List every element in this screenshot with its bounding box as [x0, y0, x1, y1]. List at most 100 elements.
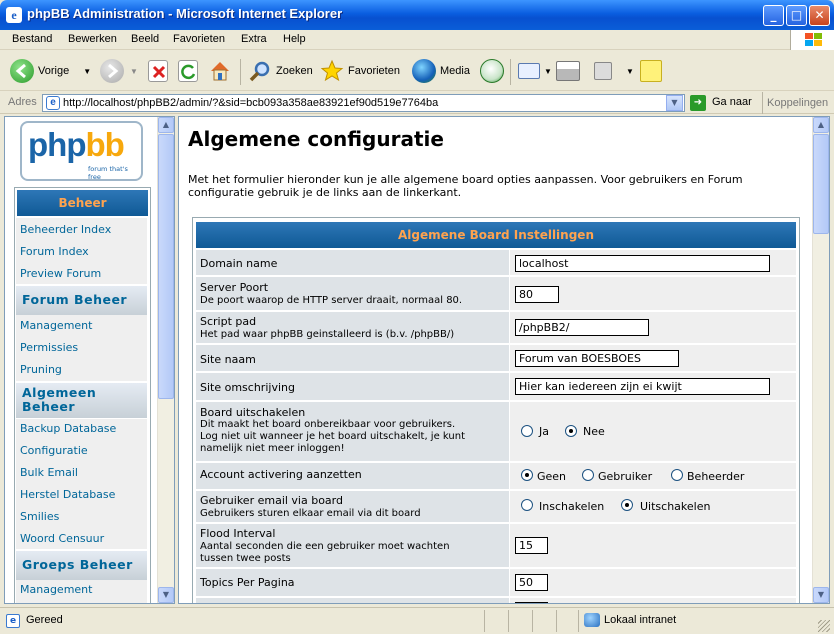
- nav-section-algemeen-beheer: Algemeen Beheer: [16, 382, 147, 418]
- nav-link-pruning[interactable]: Pruning: [20, 363, 62, 376]
- media-button[interactable]: Media: [412, 57, 470, 85]
- home-button[interactable]: [208, 57, 236, 85]
- navigation-frame: phpbb forum that's free Beheer Beheerder…: [4, 116, 175, 604]
- menu-beeld[interactable]: Beeld: [131, 33, 159, 45]
- next-setting-input[interactable]: [515, 602, 548, 603]
- media-globe-icon: [412, 59, 436, 83]
- search-button[interactable]: Zoeken: [248, 57, 313, 85]
- refresh-button[interactable]: [178, 57, 202, 85]
- row-user-email: Gebruiker email via board Gebruikers stu…: [196, 491, 796, 523]
- status-bar: e Gereed Lokaal intranet: [0, 607, 834, 634]
- row-disable-board: Board uitschakelen Dit maakt het board o…: [196, 402, 796, 462]
- windows-logo: [790, 30, 834, 50]
- links-button[interactable]: Koppelingen: [767, 97, 828, 109]
- go-button[interactable]: ➜ Ga naar: [690, 95, 760, 112]
- back-button[interactable]: Vorige ▼: [10, 57, 91, 85]
- phpbb-logo[interactable]: phpbb forum that's free: [20, 121, 143, 181]
- address-dropdown-icon[interactable]: ▼: [666, 95, 683, 111]
- print-button[interactable]: [556, 57, 584, 85]
- nav-link-preview-forum[interactable]: Preview Forum: [20, 267, 101, 280]
- scroll-down-icon[interactable]: ▼: [158, 587, 174, 603]
- menu-bewerken[interactable]: Bewerken: [68, 33, 117, 45]
- stop-icon: [148, 60, 168, 82]
- history-button[interactable]: [480, 57, 508, 85]
- messenger-button[interactable]: [640, 57, 666, 85]
- back-dropdown-icon[interactable]: ▼: [83, 67, 91, 76]
- search-icon: [248, 59, 272, 83]
- forward-arrow-icon: [100, 59, 124, 83]
- nav-link-smilies[interactable]: Smilies: [20, 510, 59, 523]
- row-topics-per-page: Topics Per Pagina 50: [196, 569, 796, 597]
- printer-icon: [556, 61, 580, 81]
- toolbar: Vorige ▼ ▼ Zoeken Favorieten Media ▼ ▼: [0, 51, 834, 91]
- mail-button[interactable]: ▼: [518, 57, 552, 85]
- script-path-input[interactable]: /phpBB2/: [515, 319, 649, 336]
- home-icon: [208, 59, 232, 83]
- site-description-input[interactable]: Hier kan iedereen zijn ei kwijt: [515, 378, 770, 395]
- disable-board-yes-radio[interactable]: [521, 425, 533, 437]
- title-bar[interactable]: e phpBB Administration - Microsoft Inter…: [0, 0, 834, 30]
- server-port-input[interactable]: 80: [515, 286, 559, 303]
- resize-grip[interactable]: [818, 620, 830, 632]
- row-flood-interval: Flood Interval Aantal seconden die een g…: [196, 524, 796, 568]
- page-title: Algemene configuratie: [188, 127, 444, 151]
- security-zone: Lokaal intranet: [604, 614, 677, 626]
- nav-link-forum-management[interactable]: Management: [20, 319, 92, 332]
- site-name-input[interactable]: Forum van BOESBOES: [515, 350, 679, 367]
- domain-name-input[interactable]: localhost: [515, 255, 770, 272]
- nav-link-herstel-database[interactable]: Herstel Database: [20, 488, 115, 501]
- forward-dropdown-icon[interactable]: ▼: [130, 67, 138, 76]
- edit-dropdown-icon[interactable]: ▼: [626, 67, 634, 76]
- close-button[interactable]: ✕: [809, 5, 830, 26]
- toolbar-separator: [240, 59, 241, 85]
- maximize-button[interactable]: □: [786, 5, 807, 26]
- back-arrow-icon: [10, 59, 34, 83]
- page-status-icon: e: [6, 614, 20, 628]
- nav-scrollbar[interactable]: ▲ ▼: [157, 117, 174, 603]
- row-site-description: Site omschrijving Hier kan iedereen zijn…: [196, 373, 796, 401]
- nav-link-permissies[interactable]: Permissies: [20, 341, 78, 354]
- minimize-button[interactable]: _: [763, 5, 784, 26]
- menu-bestand[interactable]: Bestand: [12, 33, 52, 45]
- scroll-up-icon[interactable]: ▲: [158, 117, 174, 133]
- flood-interval-input[interactable]: 15: [515, 537, 548, 554]
- mail-dropdown-icon[interactable]: ▼: [544, 67, 552, 76]
- scroll-thumb[interactable]: [158, 134, 174, 399]
- user-email-disable-radio[interactable]: [621, 499, 633, 511]
- favorites-button[interactable]: Favorieten: [320, 57, 400, 85]
- activation-user-radio[interactable]: [582, 469, 594, 481]
- nav-link-backup-database[interactable]: Backup Database: [20, 422, 116, 435]
- nav-link-bulk-email[interactable]: Bulk Email: [20, 466, 78, 479]
- menu-extra[interactable]: Extra: [241, 33, 267, 45]
- address-input[interactable]: e http://localhost/phpBB2/admin/?&sid=bc…: [42, 94, 685, 112]
- menu-bar: Bestand Bewerken Beeld Favorieten Extra …: [0, 30, 834, 50]
- nav-link-groeps-management[interactable]: Management: [20, 583, 92, 596]
- activation-admin-radio[interactable]: [671, 469, 683, 481]
- star-icon: [320, 59, 344, 83]
- go-arrow-icon: ➜: [690, 95, 706, 111]
- edit-button[interactable]: ▼: [594, 57, 634, 85]
- scroll-down-icon[interactable]: ▼: [813, 587, 829, 603]
- nav-link-woord-censuur[interactable]: Woord Censuur: [20, 532, 104, 545]
- page-intro: Met het formulier hieronder kun je alle …: [188, 173, 743, 199]
- row-domain-name: Domain name localhost: [196, 250, 796, 276]
- disable-board-no-radio[interactable]: [565, 425, 577, 437]
- nav-link-forum-index[interactable]: Forum Index: [20, 245, 89, 258]
- row-site-name: Site naam Forum van BOESBOES: [196, 345, 796, 372]
- user-email-enable-radio[interactable]: [521, 499, 533, 511]
- row-server-port: Server Poort De poort waarop de HTTP ser…: [196, 277, 796, 311]
- stop-button[interactable]: [148, 57, 172, 85]
- scroll-up-icon[interactable]: ▲: [813, 117, 829, 133]
- nav-link-configuratie[interactable]: Configuratie: [20, 444, 88, 457]
- row-account-activation: Account activering aanzetten Geen Gebrui…: [196, 463, 796, 490]
- main-scrollbar[interactable]: ▲ ▼: [812, 117, 829, 603]
- row-next: [196, 598, 796, 603]
- menu-favorieten[interactable]: Favorieten: [173, 33, 225, 45]
- scroll-thumb[interactable]: [813, 134, 829, 234]
- activation-none-radio[interactable]: [521, 469, 533, 481]
- nav-link-beheerder-index[interactable]: Beheerder Index: [20, 223, 111, 236]
- forward-button[interactable]: ▼: [100, 57, 138, 85]
- topics-per-page-input[interactable]: 50: [515, 574, 548, 591]
- menu-help[interactable]: Help: [283, 33, 306, 45]
- nav-header-beheer: Beheer: [17, 190, 148, 216]
